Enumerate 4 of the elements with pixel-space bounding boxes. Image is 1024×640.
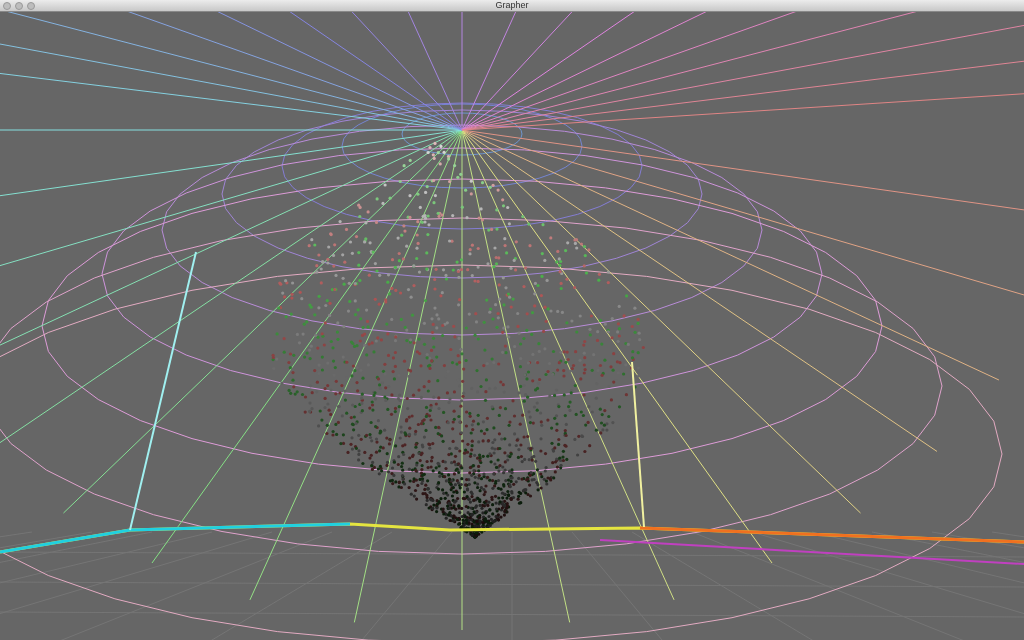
- zoom-button[interactable]: [27, 1, 35, 10]
- minimize-button[interactable]: [15, 1, 23, 10]
- close-button[interactable]: [3, 1, 11, 10]
- window-title: Grapher: [495, 0, 529, 11]
